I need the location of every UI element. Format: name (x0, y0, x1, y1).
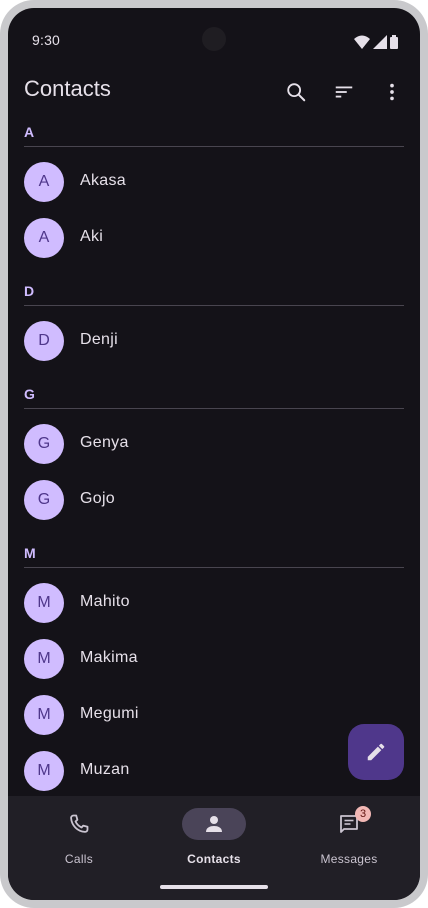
phone-frame: 9:30 Contacts A A Akasa A Aki D D Denji … (0, 0, 428, 908)
nav-item-contacts[interactable]: Contacts (164, 808, 264, 868)
battery-icon (390, 35, 398, 49)
contact-name: Muzan (80, 761, 130, 778)
avatar: G (24, 480, 64, 520)
edit-icon (367, 743, 385, 761)
phone-icon (70, 814, 89, 833)
avatar: M (24, 695, 64, 735)
contact-name: Akasa (80, 172, 126, 189)
contact-row[interactable]: M Mahito (24, 579, 404, 627)
camera-cutout (202, 27, 226, 51)
contact-name: Makima (80, 649, 138, 666)
avatar: A (24, 162, 64, 202)
contact-name: Gojo (80, 490, 115, 507)
compose-fab[interactable] (348, 724, 404, 780)
section-header: M (24, 545, 404, 568)
nav-item-calls[interactable]: Calls (29, 808, 129, 868)
section-header: G (24, 386, 404, 409)
notification-badge: 3 (355, 806, 371, 822)
contact-name: Megumi (80, 705, 139, 722)
avatar: M (24, 639, 64, 679)
wifi-icon (354, 35, 370, 49)
sort-button[interactable] (330, 78, 358, 106)
contact-row[interactable]: D Denji (24, 317, 404, 365)
section-letter: M (24, 545, 36, 561)
nav-label: Messages (320, 852, 378, 866)
avatar: M (24, 583, 64, 623)
contact-row[interactable]: G Genya (24, 420, 404, 468)
contact-name: Mahito (80, 593, 130, 610)
avatar: G (24, 424, 64, 464)
contact-row[interactable]: A Aki (24, 214, 404, 262)
section-letter: A (24, 124, 35, 140)
section-header: D (24, 283, 404, 306)
contact-name: Aki (80, 228, 104, 245)
nav-label: Contacts (187, 852, 241, 866)
search-icon (287, 83, 306, 102)
page-title: Contacts (24, 76, 111, 101)
avatar: M (24, 751, 64, 791)
contact-row[interactable]: G Gojo (24, 476, 404, 524)
avatar: A (24, 218, 64, 258)
contact-row[interactable]: M Muzan (24, 747, 404, 795)
contact-name: Genya (80, 434, 129, 451)
home-indicator[interactable] (160, 885, 268, 889)
search-button[interactable] (282, 78, 310, 106)
contact-name: Denji (80, 331, 118, 348)
sort-icon (335, 86, 353, 98)
avatar: D (24, 321, 64, 361)
contact-row[interactable]: M Makima (24, 635, 404, 683)
cellular-signal-icon (373, 35, 387, 49)
screen: 9:30 Contacts A A Akasa A Aki D D Denji … (8, 8, 420, 900)
contact-row[interactable]: M Megumi (24, 691, 404, 739)
status-time: 9:30 (32, 32, 61, 48)
section-letter: D (24, 283, 35, 299)
section-header: A (24, 124, 404, 147)
more-vert-icon (390, 83, 394, 101)
nav-label: Calls (64, 852, 94, 866)
section-letter: G (24, 386, 35, 402)
person-icon (206, 816, 222, 832)
contact-row[interactable]: A Akasa (24, 158, 404, 206)
more-options-button[interactable] (378, 78, 406, 106)
nav-item-messages[interactable]: 3 Messages (299, 806, 399, 868)
status-icons (354, 35, 398, 49)
